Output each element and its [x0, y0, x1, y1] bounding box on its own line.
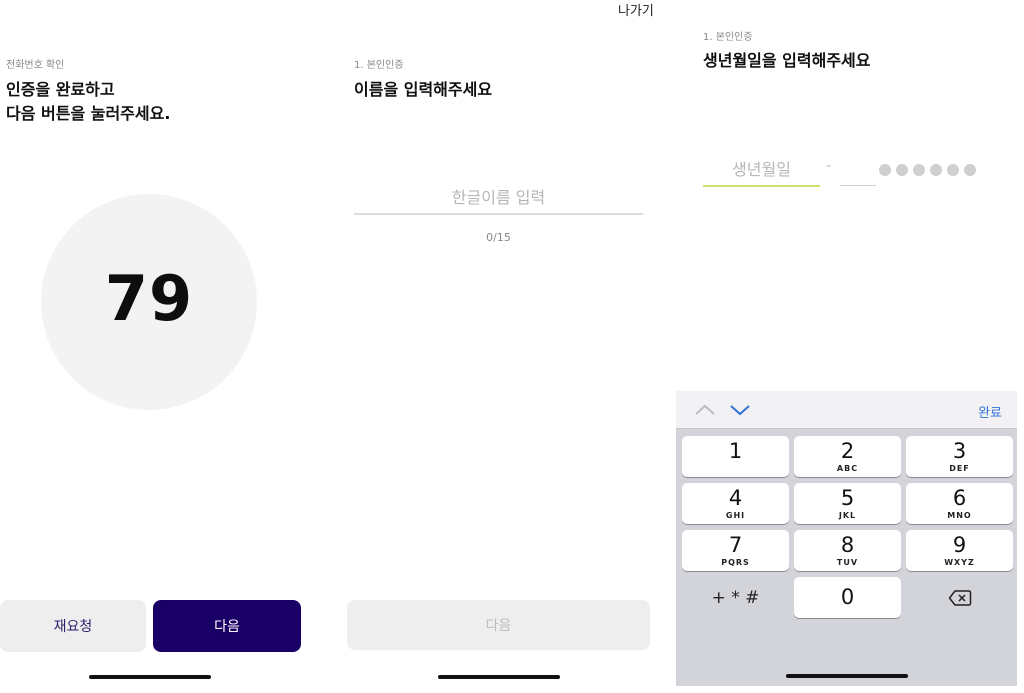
birthdate-input-underline: [703, 185, 820, 187]
verification-code: 79: [104, 262, 194, 335]
key-3[interactable]: 3 DEF: [906, 436, 1013, 477]
key-letters: TUV: [836, 557, 859, 567]
key-letters: DEF: [949, 463, 970, 473]
masked-digit-dot: [964, 164, 976, 176]
key-2[interactable]: 2 ABC: [794, 436, 901, 477]
chevron-down-icon[interactable]: [729, 400, 751, 420]
exit-button[interactable]: 나가기: [618, 0, 654, 19]
page-title: 이름을 입력해주세요: [354, 80, 493, 99]
key-number: 2: [840, 438, 855, 463]
key-number: 7: [728, 532, 743, 557]
home-indicator: [786, 674, 908, 678]
key-number: 0: [840, 585, 855, 609]
key-number: 6: [952, 485, 967, 510]
page-title-line-2: 다음 버튼을 눌러주세요.: [6, 104, 171, 123]
step-label: 1. 본인인증: [354, 60, 404, 71]
key-letters: ABC: [836, 463, 859, 473]
masked-digits: [879, 164, 976, 176]
birthdate-entry-screen: 1. 본인인증 생년월일을 입력해주세요 - 완료 1 2 ABC 3 DEF: [676, 0, 1024, 693]
keyboard-toolbar: 완료: [676, 391, 1017, 429]
chevron-up-icon[interactable]: [694, 400, 716, 420]
key-5[interactable]: 5 JKL: [794, 483, 901, 524]
key-number: 3: [952, 438, 967, 463]
numeric-keyboard: 완료 1 2 ABC 3 DEF 4 GHI 5 JKL 6 MNO 7 PQR…: [676, 391, 1017, 686]
key-0[interactable]: 0: [794, 577, 901, 618]
key-7[interactable]: 7 PQRS: [682, 530, 789, 571]
home-indicator: [438, 675, 560, 679]
name-input-underline: [354, 213, 643, 215]
key-4[interactable]: 4 GHI: [682, 483, 789, 524]
masked-digit-dot: [879, 164, 891, 176]
masked-digit-dot: [896, 164, 908, 176]
name-input[interactable]: [354, 184, 643, 210]
key-number: 9: [952, 532, 967, 557]
done-button[interactable]: 완료: [978, 402, 1002, 421]
gender-digit-input[interactable]: [840, 159, 876, 183]
step-label: 1. 본인인증: [703, 32, 753, 43]
backspace-icon[interactable]: [906, 577, 1013, 618]
separator-dash: -: [826, 158, 832, 174]
name-entry-screen: 나가기 1. 본인인증 이름을 입력해주세요 0/15 다음: [340, 0, 660, 693]
key-number: 5: [840, 485, 855, 510]
key-letters: WXYZ: [944, 557, 975, 567]
symbols-key[interactable]: + * #: [682, 577, 789, 618]
next-button[interactable]: 다음: [153, 600, 301, 652]
masked-digit-dot: [930, 164, 942, 176]
phone-verification-screen: 전화번호 확인 인증을 완료하고 다음 버튼을 눌러주세요. 79 재요청 다음: [0, 0, 302, 693]
step-label: 전화번호 확인: [6, 60, 65, 71]
masked-digit-dot: [947, 164, 959, 176]
birthdate-input[interactable]: [703, 156, 820, 182]
page-title-line-1: 인증을 완료하고: [6, 80, 115, 99]
key-letters: MNO: [947, 510, 972, 520]
character-counter: 0/15: [486, 231, 511, 244]
next-button-disabled[interactable]: 다음: [347, 600, 650, 650]
key-6[interactable]: 6 MNO: [906, 483, 1013, 524]
key-number: 8: [840, 532, 855, 557]
page-title: 생년월일을 입력해주세요: [703, 51, 871, 70]
home-indicator: [89, 675, 211, 679]
key-letters: JKL: [838, 510, 857, 520]
key-1[interactable]: 1: [682, 436, 789, 477]
key-9[interactable]: 9 WXYZ: [906, 530, 1013, 571]
key-8[interactable]: 8 TUV: [794, 530, 901, 571]
key-letters: PQRS: [721, 557, 750, 567]
masked-digit-dot: [913, 164, 925, 176]
retry-button[interactable]: 재요청: [0, 600, 146, 652]
gender-digit-underline: [840, 185, 876, 186]
key-letters: GHI: [725, 510, 746, 520]
key-number: 4: [728, 485, 743, 510]
key-number: 1: [728, 438, 743, 463]
